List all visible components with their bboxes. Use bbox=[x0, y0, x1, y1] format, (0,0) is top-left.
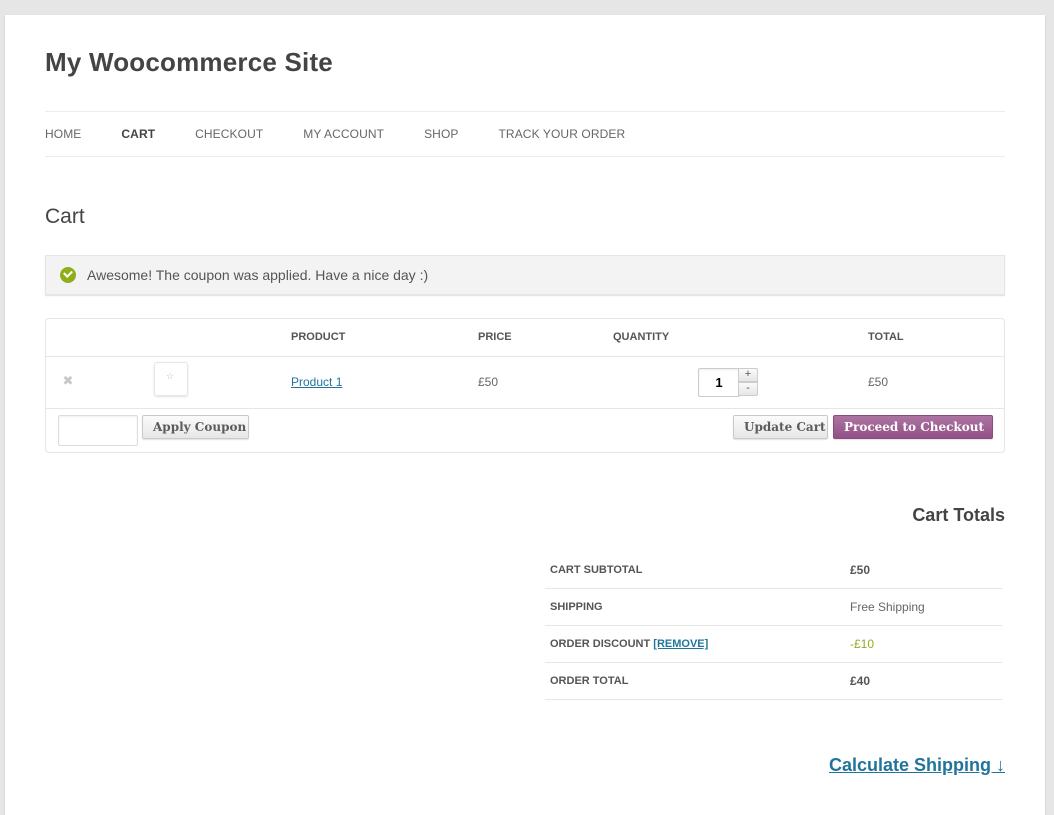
cart-totals-title: Cart Totals bbox=[912, 505, 1005, 525]
nav-my-account[interactable]: MY ACCOUNT bbox=[303, 127, 384, 141]
proceed-to-checkout-button[interactable]: Proceed to Checkout › bbox=[833, 415, 998, 439]
check-circle-icon bbox=[60, 267, 76, 283]
shipping-label: SHIPPING bbox=[550, 601, 603, 613]
cart-actions: Apply Coupon Update Cart Proceed to Chec… bbox=[46, 409, 1004, 452]
checkout-button-label: Proceed to Checkout bbox=[844, 420, 985, 434]
totals-row-discount: ORDER DISCOUNT [REMOVE] -£10 bbox=[545, 626, 1002, 663]
subtotal-label: CART SUBTOTAL bbox=[550, 564, 643, 576]
notice-message: Awesome! The coupon was applied. Have a … bbox=[87, 267, 429, 283]
line-total: £50 bbox=[868, 375, 889, 389]
subtotal-value: £50 bbox=[850, 563, 871, 577]
quantity-input[interactable] bbox=[699, 369, 739, 396]
discount-label: ORDER DISCOUNT bbox=[550, 638, 651, 650]
header-quantity: QUANTITY bbox=[613, 331, 670, 343]
cart-item-row: ✖ Product 1 £50 + - £50 bbox=[46, 356, 1004, 409]
nav-checkout[interactable]: CHECKOUT bbox=[195, 127, 263, 141]
quantity-decrease-button[interactable]: - bbox=[738, 382, 758, 396]
header-product: PRODUCT bbox=[291, 331, 346, 343]
page-title: Cart bbox=[45, 205, 85, 228]
order-total-value: £40 bbox=[850, 674, 871, 688]
remove-item-icon[interactable]: ✖ bbox=[62, 374, 74, 387]
shipping-value: Free Shipping bbox=[850, 600, 925, 614]
success-notice: Awesome! The coupon was applied. Have a … bbox=[45, 255, 1005, 295]
header-total: TOTAL bbox=[868, 331, 904, 343]
nav-home[interactable]: HOME bbox=[45, 127, 81, 141]
page-container: My Woocommerce Site HOME CART CHECKOUT M… bbox=[5, 15, 1045, 815]
cart-table: PRODUCT PRICE QUANTITY TOTAL ✖ Product 1… bbox=[45, 318, 1005, 453]
quantity-increase-button[interactable]: + bbox=[738, 368, 758, 382]
remove-coupon-link[interactable]: [REMOVE] bbox=[653, 638, 708, 650]
calculate-shipping-link[interactable]: Calculate Shipping ↓ bbox=[829, 755, 1005, 776]
header-price: PRICE bbox=[478, 331, 512, 343]
site-title[interactable]: My Woocommerce Site bbox=[45, 47, 333, 78]
main-navigation: HOME CART CHECKOUT MY ACCOUNT SHOP TRACK… bbox=[45, 111, 1005, 157]
totals-row-subtotal: CART SUBTOTAL £50 bbox=[545, 552, 1002, 589]
cart-table-header: PRODUCT PRICE QUANTITY TOTAL bbox=[46, 319, 1004, 357]
discount-value: -£10 bbox=[850, 637, 875, 651]
content-area: My Woocommerce Site HOME CART CHECKOUT M… bbox=[45, 15, 1005, 815]
order-total-label: ORDER TOTAL bbox=[550, 675, 629, 687]
totals-row-shipping: SHIPPING Free Shipping bbox=[545, 589, 1002, 626]
quantity-field[interactable] bbox=[698, 368, 740, 397]
nav-cart[interactable]: CART bbox=[121, 127, 155, 141]
product-price: £50 bbox=[478, 375, 499, 389]
chevron-right-icon: › bbox=[994, 421, 999, 434]
apply-coupon-button[interactable]: Apply Coupon bbox=[142, 415, 249, 439]
nav-track-your-order[interactable]: TRACK YOUR ORDER bbox=[499, 127, 626, 141]
coupon-code-input[interactable] bbox=[58, 415, 138, 446]
totals-row-order-total: ORDER TOTAL £40 bbox=[545, 663, 1002, 700]
nav-shop[interactable]: SHOP bbox=[424, 127, 458, 141]
product-thumbnail[interactable] bbox=[154, 362, 188, 396]
product-link[interactable]: Product 1 bbox=[291, 375, 342, 389]
update-cart-button[interactable]: Update Cart bbox=[733, 415, 828, 439]
cart-totals-table: CART SUBTOTAL £50 SHIPPING Free Shipping… bbox=[545, 552, 1002, 700]
discount-label-group: ORDER DISCOUNT [REMOVE] bbox=[550, 638, 708, 650]
